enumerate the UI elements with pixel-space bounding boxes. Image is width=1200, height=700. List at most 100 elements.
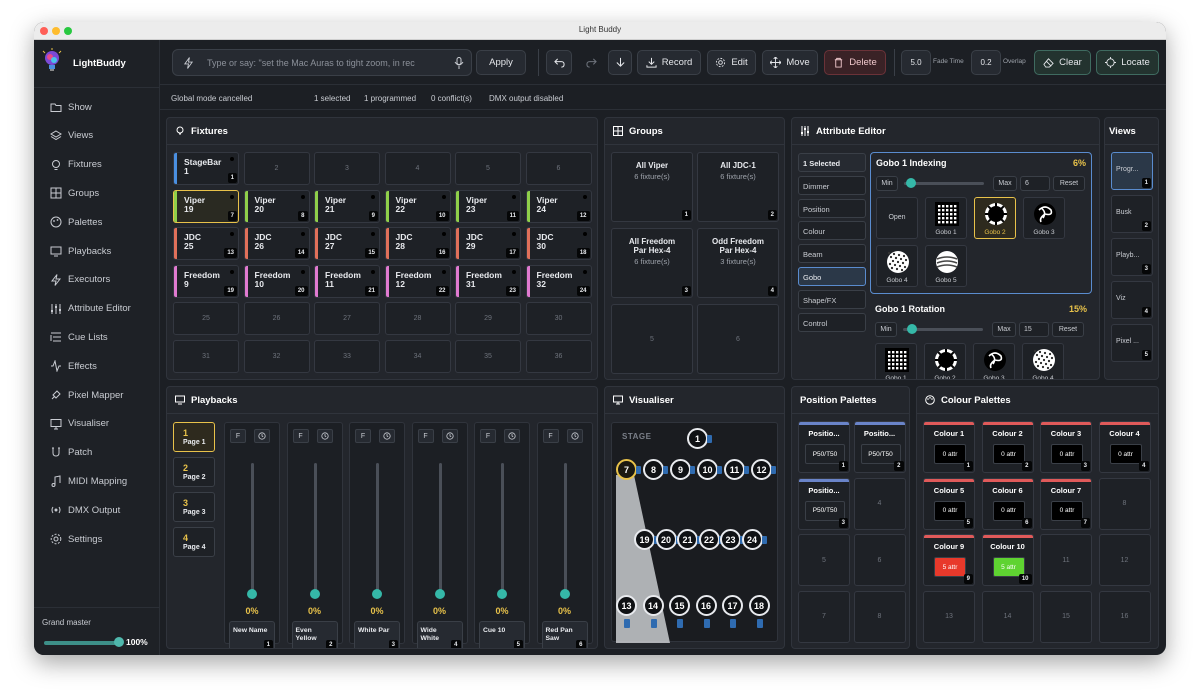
attr-tab-shape-fx[interactable]: Shape/FX — [798, 289, 866, 309]
colour-palette-cell[interactable]: Colour 2 0 attr 2 — [981, 421, 1034, 473]
sidebar-item-executors[interactable]: Executors — [34, 267, 160, 293]
sidebar-item-visualiser[interactable]: Visualiser — [34, 411, 160, 437]
fader-thumb[interactable] — [434, 589, 445, 599]
fader-thumb[interactable] — [559, 589, 570, 599]
fixture-cell[interactable]: Freedom 11 21 — [314, 264, 380, 298]
indexing-max-button[interactable]: Max — [993, 176, 1017, 191]
fixture-light[interactable]: 17 — [722, 595, 743, 616]
playback-name-button[interactable]: Wide White 4 — [416, 621, 463, 648]
fixture-light[interactable]: 18 — [748, 595, 770, 616]
fixture-slot-empty[interactable]: 30 — [525, 302, 592, 335]
fixture-light[interactable]: 10 — [697, 459, 722, 480]
sidebar-item-dmx-output[interactable]: DMX Output — [34, 497, 160, 523]
fixture-cell[interactable]: JDC 30 18 — [525, 227, 592, 260]
timer-button[interactable] — [254, 429, 270, 443]
fixture-cell[interactable]: JDC 28 16 — [384, 227, 451, 260]
gobo-option-gobo-3[interactable]: Gobo 3 — [973, 343, 1015, 379]
colour-slot-empty[interactable]: 11 — [1040, 534, 1092, 586]
fixture-light[interactable]: 14 — [642, 595, 664, 616]
rotation-min-button[interactable]: Min — [875, 322, 897, 337]
colour-palette-cell[interactable]: Colour 7 0 attr 7 — [1040, 477, 1092, 530]
fader-thumb[interactable] — [309, 589, 320, 599]
edit-button[interactable]: Edit — [707, 50, 756, 75]
sidebar-item-views[interactable]: Views — [34, 123, 160, 149]
gobo-option-gobo-1[interactable]: Gobo 1 — [875, 343, 917, 379]
flash-button[interactable]: F — [292, 429, 309, 443]
view-item-1[interactable]: Progr... 1 — [1111, 152, 1153, 190]
sidebar-item-settings[interactable]: Settings — [34, 526, 160, 552]
position-palette-cell[interactable]: Positio... P50/T50 1 — [798, 421, 850, 473]
fixture-light[interactable]: 23 — [720, 529, 745, 550]
colour-palette-cell[interactable]: Colour 3 0 attr 3 — [1040, 421, 1092, 473]
fixture-light[interactable]: 8 — [643, 459, 668, 480]
colour-slot-empty[interactable]: 14 — [981, 590, 1034, 643]
attr-tab-colour[interactable]: Colour — [798, 221, 866, 241]
fixture-cell[interactable]: JDC 29 17 — [455, 227, 521, 260]
attr-tab-1-selected[interactable]: 1 Selected — [798, 153, 866, 172]
sidebar-item-palettes[interactable]: Palettes — [34, 209, 160, 235]
position-slot-empty[interactable]: 4 — [853, 477, 906, 530]
microphone-icon[interactable] — [454, 57, 464, 69]
fixture-slot-empty[interactable]: 25 — [173, 302, 239, 335]
gobo-option-gobo-1[interactable]: Gobo 1 — [925, 197, 967, 239]
timer-button[interactable] — [566, 429, 583, 443]
fixture-slot-empty[interactable]: 32 — [243, 339, 310, 373]
colour-palette-cell[interactable]: Colour 5 0 attr 5 — [923, 477, 975, 530]
fader-track[interactable] — [438, 463, 442, 591]
fixture-slot-empty[interactable]: 36 — [525, 339, 592, 373]
record-button[interactable]: Record — [637, 50, 701, 75]
playback-name-button[interactable]: Cue 10 5 — [479, 621, 525, 648]
fixture-light[interactable]: 19 — [634, 529, 659, 550]
indexing-slider-thumb[interactable] — [906, 178, 916, 188]
fixture-light[interactable]: 13 — [616, 595, 637, 616]
gobo-option-gobo-4[interactable]: Gobo 4 — [876, 245, 918, 287]
view-item-5[interactable]: Pixel ... 5 — [1111, 324, 1153, 362]
colour-palette-cell[interactable]: Colour 4 0 attr 4 — [1098, 421, 1151, 473]
gobo-option-gobo-5[interactable]: Gobo 5 — [925, 245, 967, 287]
fixture-light[interactable]: 15 — [669, 595, 690, 616]
position-slot-empty[interactable]: 5 — [798, 534, 850, 586]
rotation-slider-thumb[interactable] — [907, 324, 917, 334]
group-cell[interactable]: All JDC-1 6 fixture(s) 2 — [697, 152, 779, 222]
view-item-4[interactable]: Viz 4 — [1111, 281, 1153, 319]
fixture-light[interactable]: 22 — [698, 529, 724, 550]
position-slot-empty[interactable]: 7 — [798, 590, 850, 643]
position-slot-empty[interactable]: 6 — [853, 534, 906, 586]
playback-name-button[interactable]: Even Yellow 2 — [291, 621, 338, 648]
page-button-1[interactable]: 1 Page 1 — [173, 422, 215, 452]
colour-palette-cell[interactable]: Colour 9 5 attr 9 — [923, 534, 975, 586]
fixture-slot-empty[interactable]: 2 — [243, 152, 310, 185]
download-button[interactable] — [608, 50, 632, 75]
fixture-slot-empty[interactable]: 6 — [525, 152, 592, 185]
fader-track[interactable] — [563, 463, 567, 591]
fixture-cell[interactable]: JDC 26 14 — [243, 227, 310, 260]
group-slot-empty[interactable]: 5 — [611, 304, 693, 374]
flash-button[interactable]: F — [355, 429, 371, 443]
group-cell[interactable]: All Viper 6 fixture(s) 1 — [611, 152, 693, 222]
clear-button[interactable]: Clear — [1034, 50, 1091, 75]
fade-time-input[interactable]: 5.0 — [901, 50, 931, 75]
flash-button[interactable]: F — [230, 429, 246, 443]
fixture-cell[interactable]: JDC 27 15 — [314, 227, 380, 260]
attr-tab-position[interactable]: Position — [798, 198, 866, 218]
move-button[interactable]: Move — [762, 50, 818, 75]
fixture-slot-empty[interactable]: 27 — [314, 302, 380, 335]
fixture-light[interactable]: 16 — [695, 595, 717, 616]
gobo-option-gobo-2[interactable]: Gobo 2 — [974, 197, 1016, 239]
playback-name-button[interactable]: New Name 1 — [229, 621, 275, 648]
fixture-cell[interactable]: Freedom 32 24 — [525, 264, 592, 298]
fixture-slot-empty[interactable]: 3 — [314, 152, 380, 185]
fixture-cell[interactable]: JDC 25 13 — [173, 227, 239, 260]
sidebar-item-playbacks[interactable]: Playbacks — [34, 238, 160, 264]
fixture-light[interactable]: 21 — [677, 529, 702, 550]
colour-slot-empty[interactable]: 13 — [923, 590, 975, 643]
fixture-cell[interactable]: Viper 19 7 — [173, 189, 239, 223]
fixture-light[interactable]: 20 — [655, 529, 681, 550]
rotation-reset-button[interactable]: Reset — [1052, 322, 1084, 337]
fixture-cell[interactable]: Freedom 12 22 — [384, 264, 451, 298]
attr-tab-dimmer[interactable]: Dimmer — [798, 175, 866, 195]
attr-tab-beam[interactable]: Beam — [798, 244, 866, 264]
fixture-slot-empty[interactable]: 33 — [314, 339, 380, 373]
page-button-3[interactable]: 3 Page 3 — [173, 492, 215, 522]
indexing-slider[interactable] — [904, 182, 984, 185]
